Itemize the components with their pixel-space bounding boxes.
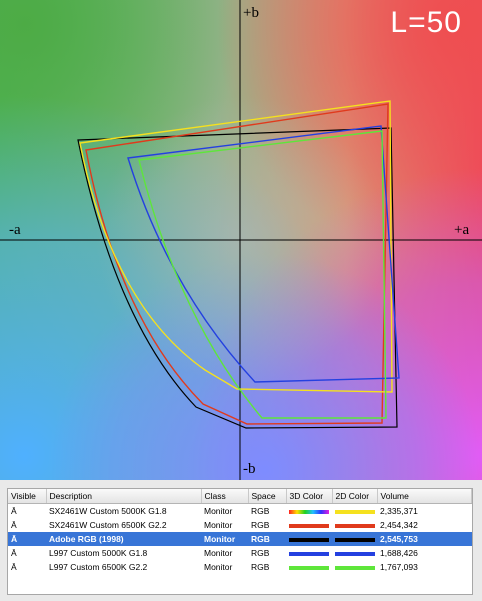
column-header-class[interactable]: Class [201, 489, 249, 504]
profile-volume: 1,767,093 [380, 562, 418, 572]
profile-space: RGB [251, 562, 270, 572]
color-2d-cell[interactable] [332, 532, 377, 546]
table-row[interactable]: Ā SX2461W Custom 5000K G1.8 Monitor RGB 2,33… [8, 504, 472, 519]
profile-description: L997 Custom 5000K G1.8 [49, 548, 148, 558]
color-3d-swatch[interactable] [289, 523, 329, 528]
profile-volume: 2,454,342 [380, 520, 418, 530]
profile-class: Monitor [204, 506, 233, 516]
table-header-row: Visible Description Class Space 3D Color… [8, 489, 472, 504]
color-3d-swatch[interactable] [289, 537, 329, 542]
color-3d-cell[interactable] [286, 504, 332, 519]
profile-space: RGB [251, 520, 270, 530]
gamut-plot-canvas [0, 0, 482, 480]
color-2d-cell[interactable] [332, 518, 377, 532]
profile-volume: 1,688,426 [380, 548, 418, 558]
profile-class: Monitor [201, 532, 248, 546]
table-row[interactable]: Ā L997 Custom 5000K G1.8 Monitor RGB 1,688,4… [8, 546, 472, 560]
color-2d-swatch[interactable] [335, 523, 375, 528]
profile-table-container: Visible Description Class Space 3D Color… [7, 488, 473, 595]
column-header-visible[interactable]: Visible [8, 489, 47, 504]
profile-space: RGB [248, 532, 286, 546]
profile-description: SX2461W Custom 5000K G1.8 [49, 506, 167, 516]
minus-b-axis-label: -b [243, 461, 256, 477]
plus-b-axis-label: +b [243, 5, 259, 21]
column-header-3d-color[interactable]: 3D Color [286, 489, 333, 504]
color-2d-swatch[interactable] [335, 537, 375, 542]
profile-description: SX2461W Custom 6500K G2.2 [49, 520, 167, 530]
profile-volume: 2,335,371 [380, 506, 418, 516]
color-2d-swatch[interactable] [335, 509, 375, 514]
visible-checkbox[interactable]: Ā [8, 560, 46, 574]
plus-a-axis-label: +a [454, 222, 470, 238]
profile-description: L997 Custom 6500K G2.2 [49, 562, 148, 572]
profile-description: Adobe RGB (1998) [46, 532, 201, 546]
color-3d-cell[interactable] [286, 532, 332, 546]
lightness-readout: L=50 [390, 6, 462, 39]
table-body: Ā SX2461W Custom 5000K G1.8 Monitor RGB 2,33… [8, 504, 472, 575]
visible-checkbox[interactable]: Ā [8, 532, 46, 546]
color-3d-cell[interactable] [286, 546, 332, 560]
color-2d-swatch[interactable] [335, 551, 375, 556]
profile-volume: 2,545,753 [377, 532, 472, 546]
visible-checkbox[interactable]: Ā [8, 504, 46, 519]
table-row[interactable]: Ā Adobe RGB (1998) Monitor RGB 2,545,753 [8, 532, 472, 546]
column-header-space[interactable]: Space [248, 489, 287, 504]
color-2d-cell[interactable] [332, 504, 377, 519]
color-2d-cell[interactable] [332, 560, 377, 574]
table-row[interactable]: Ā L997 Custom 6500K G2.2 Monitor RGB 1,767,0… [8, 560, 472, 574]
color-3d-cell[interactable] [286, 518, 332, 532]
table-row[interactable]: Ā SX2461W Custom 6500K G2.2 Monitor RGB 2,45… [8, 518, 472, 532]
visible-checkbox[interactable]: Ā [8, 518, 46, 532]
color-3d-swatch[interactable] [289, 509, 329, 514]
profile-class: Monitor [204, 562, 233, 572]
profile-table: Visible Description Class Space 3D Color… [8, 489, 472, 574]
profile-class: Monitor [204, 520, 233, 530]
profile-space: RGB [251, 506, 270, 516]
color-2d-cell[interactable] [332, 546, 377, 560]
column-header-description[interactable]: Description [46, 489, 202, 504]
color-3d-cell[interactable] [286, 560, 332, 574]
gamut-plot[interactable]: +b -b -a +a L=50 [0, 0, 482, 480]
profile-class: Monitor [204, 548, 233, 558]
visible-checkbox[interactable]: Ā [8, 546, 46, 560]
minus-a-axis-label: -a [9, 222, 21, 238]
profile-space: RGB [251, 548, 270, 558]
color-3d-swatch[interactable] [289, 565, 329, 570]
column-header-volume[interactable]: Volume [377, 489, 472, 504]
profile-list-panel: Visible Description Class Space 3D Color… [0, 480, 482, 601]
color-3d-swatch[interactable] [289, 551, 329, 556]
color-2d-swatch[interactable] [335, 565, 375, 570]
column-header-2d-color[interactable]: 2D Color [332, 489, 378, 504]
